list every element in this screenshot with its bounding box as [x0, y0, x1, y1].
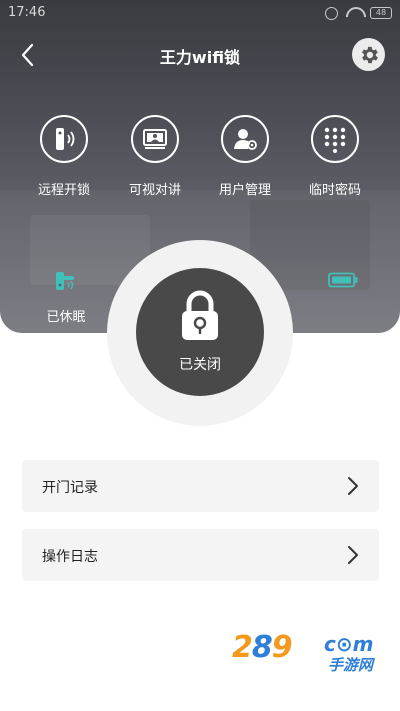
- settings-button[interactable]: [352, 38, 385, 71]
- menu-item-open-records[interactable]: 开门记录: [22, 460, 379, 512]
- menu-item-label: 开门记录: [42, 480, 98, 496]
- alarm-icon: [325, 6, 338, 20]
- chevron-right-icon: [348, 477, 358, 495]
- gear-icon: [361, 46, 378, 63]
- watermark-domain: c⊙m: [324, 632, 374, 656]
- chevron-right-icon: [348, 546, 358, 564]
- menu-item-operation-log[interactable]: 操作日志: [22, 529, 379, 581]
- video-intercom-label: 可视对讲: [128, 183, 181, 198]
- user-management-icon: [234, 129, 257, 150]
- function-row: 远程开锁 可视对讲 用户管理 临时密码: [0, 115, 400, 205]
- padlock-icon: [182, 290, 218, 340]
- temp-password-label: 临时密码: [308, 183, 361, 198]
- lock-toggle-button[interactable]: 已关闭: [136, 268, 264, 396]
- keypad-icon: [324, 127, 346, 153]
- battery-full-icon: [328, 272, 358, 288]
- status-bar: 17:46 48: [0, 0, 400, 26]
- watermark-number: 289: [232, 630, 293, 665]
- remote-unlock-label: 远程开锁: [37, 183, 90, 198]
- user-management-button[interactable]: 用户管理: [200, 115, 290, 205]
- page-title: 王力wifi锁: [159, 48, 241, 67]
- sleep-status: 已休眠: [34, 266, 98, 325]
- video-intercom-icon: [143, 129, 167, 149]
- lock-handle-icon: [56, 272, 74, 290]
- wifi-icon: [346, 7, 362, 19]
- status-icons: 48: [325, 4, 392, 22]
- watermark-text: 手游网: [328, 656, 374, 674]
- remote-unlock-icon: [56, 128, 75, 150]
- sleep-label: 已休眠: [46, 310, 86, 325]
- battery-icon: 48: [370, 7, 392, 19]
- device-battery: [328, 272, 358, 292]
- watermark-logo: 289 c⊙m 手游网: [232, 630, 392, 680]
- status-time: 17:46: [8, 5, 46, 20]
- temp-password-button[interactable]: 临时密码: [290, 115, 380, 205]
- remote-unlock-button[interactable]: 远程开锁: [19, 115, 109, 205]
- user-management-label: 用户管理: [218, 183, 271, 198]
- menu-item-label: 操作日志: [42, 549, 98, 565]
- lock-state-label: 已关闭: [179, 357, 221, 373]
- video-intercom-button[interactable]: 可视对讲: [110, 115, 200, 205]
